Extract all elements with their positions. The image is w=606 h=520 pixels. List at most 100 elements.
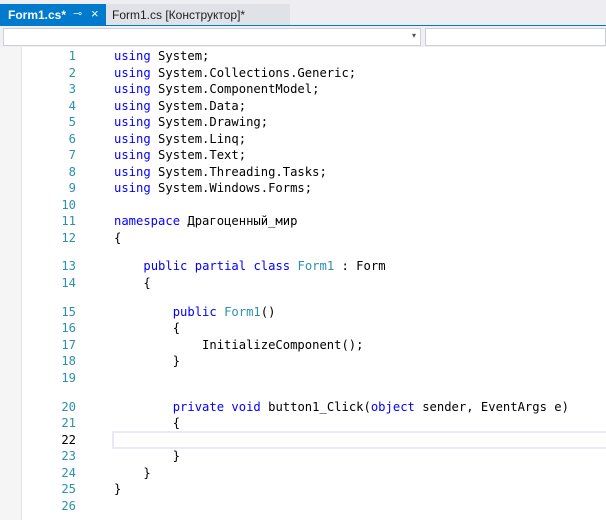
code-text: using System.Text;: [114, 147, 246, 163]
code-token: System.Data;: [150, 99, 247, 113]
code-text: using System.ComponentModel;: [114, 81, 319, 97]
tab-form1-designer[interactable]: Form1.cs [Конструктор]*: [106, 4, 290, 25]
line-number: 5: [68, 115, 76, 129]
keyword-token: class: [253, 259, 291, 273]
code-line[interactable]: 1 using System;: [0, 48, 606, 64]
code-line[interactable]: 25}: [0, 481, 606, 497]
code-text: namespace Драгоценный_мир: [114, 213, 297, 229]
code-line[interactable]: 9 using System.Windows.Forms;: [0, 180, 606, 196]
code-token: button1_Click(: [260, 400, 371, 414]
keyword-token: namespace: [114, 214, 181, 228]
code-line[interactable]: 8 using System.Threading.Tasks;: [0, 164, 606, 180]
type-dropdown[interactable]: ▾: [3, 28, 421, 46]
code-line[interactable]: 14 {: [0, 275, 606, 291]
type-token: Form1: [297, 259, 335, 273]
line-number: 19: [61, 371, 76, 385]
line-number: 17: [61, 338, 76, 352]
code-line[interactable]: 2 using System.Collections.Generic;: [0, 65, 606, 81]
line-number: 6: [68, 132, 76, 146]
keyword-token: using: [114, 165, 151, 179]
code-token: {: [114, 416, 181, 430]
line-number: 20: [61, 400, 76, 414]
chevron-down-icon[interactable]: ▾: [412, 31, 416, 40]
line-number: 9: [68, 181, 76, 195]
line-number: 14: [61, 276, 76, 290]
line-number: 4: [68, 99, 76, 113]
code-text: using System.Linq;: [114, 131, 246, 147]
code-token: : Form: [334, 259, 386, 273]
code-text: private void button1_Click(object sender…: [114, 399, 569, 415]
line-number: 7: [68, 148, 76, 162]
code-token: {: [114, 276, 151, 290]
navigation-bar: ▾: [0, 25, 606, 47]
keyword-token: object: [370, 400, 415, 414]
code-text: InitializeComponent();: [114, 337, 363, 353]
tab-label: Form1.cs [Конструктор]*: [112, 7, 246, 22]
code-text: {: [114, 320, 180, 336]
code-token: System.Text;: [150, 148, 247, 162]
code-line[interactable]: 12 {: [0, 230, 606, 246]
code-token: System.Linq;: [150, 132, 247, 146]
keyword-token: using: [114, 66, 151, 80]
code-line[interactable]: 11 namespace Драгоценный_мир: [0, 213, 606, 229]
code-line[interactable]: 7 using System.Text;: [0, 147, 606, 163]
close-icon[interactable]: ×: [91, 6, 99, 21]
code-line[interactable]: 13 public partial class Form1 : Form: [0, 258, 606, 274]
line-number: 3: [68, 82, 76, 96]
code-text: {: [114, 275, 151, 291]
code-token: }: [114, 482, 122, 496]
pin-icon[interactable]: ⊸: [73, 7, 82, 20]
code-text: public Form1(): [114, 304, 276, 320]
code-line[interactable]: 15 public Form1(): [0, 304, 606, 320]
code-line[interactable]: 20 private void button1_Click(object sen…: [0, 399, 606, 415]
code-line[interactable]: 16 {: [0, 320, 606, 336]
code-token: sender, EventArgs e): [414, 400, 569, 414]
keyword-token: using: [114, 181, 151, 195]
line-number: 21: [61, 416, 76, 430]
code-line[interactable]: 19: [0, 370, 606, 386]
line-number: 11: [61, 214, 76, 228]
code-line[interactable]: 5 using System.Drawing;: [0, 114, 606, 130]
keyword-token: using: [114, 99, 151, 113]
code-token: {: [114, 321, 181, 335]
line-number: 24: [61, 466, 76, 480]
code-line[interactable]: 24 }: [0, 465, 606, 481]
line-number: 10: [61, 198, 76, 212]
keyword-token: public: [172, 305, 217, 319]
code-line[interactable]: 21 {: [0, 415, 606, 431]
code-line[interactable]: 26: [0, 498, 606, 514]
code-token: System.Collections.Generic;: [150, 66, 357, 80]
code-text: }: [114, 481, 121, 497]
code-token: Драгоценный_мир: [180, 214, 298, 228]
line-number: 13: [61, 259, 76, 273]
line-number: 18: [61, 354, 76, 368]
code-line[interactable]: 23 }: [0, 448, 606, 464]
code-text: public partial class Form1 : Form: [114, 258, 386, 274]
code-text: using System.Drawing;: [114, 114, 268, 130]
code-text: using System;: [114, 48, 209, 64]
code-text: using System.Threading.Tasks;: [114, 164, 327, 180]
code-token: System.Windows.Forms;: [150, 181, 313, 195]
code-editor[interactable]: 1 using System; 2 using System.Collections.…: [0, 47, 606, 520]
code-line[interactable]: 3 using System.ComponentModel;: [0, 81, 606, 97]
code-token: (): [260, 305, 276, 319]
code-line[interactable]: 4 using System.Data;: [0, 98, 606, 114]
keyword-token: partial: [194, 259, 247, 273]
code-line[interactable]: 18 }: [0, 353, 606, 369]
line-number: 25: [61, 482, 76, 496]
keyword-token: using: [114, 49, 151, 63]
code-token: {: [114, 231, 122, 245]
keyword-token: private: [172, 400, 225, 414]
code-line[interactable]: 22: [0, 431, 606, 449]
code-line[interactable]: 17 InitializeComponent();: [0, 337, 606, 353]
member-dropdown[interactable]: [425, 28, 606, 46]
code-text: }: [114, 448, 180, 464]
code-line[interactable]: 6 using System.Linq;: [0, 131, 606, 147]
keyword-token: void: [231, 400, 261, 414]
code-line[interactable]: 10: [0, 197, 606, 213]
code-text: using System.Windows.Forms;: [114, 180, 312, 196]
tab-form1-cs[interactable]: Form1.cs* ⊸ ×: [0, 4, 106, 25]
